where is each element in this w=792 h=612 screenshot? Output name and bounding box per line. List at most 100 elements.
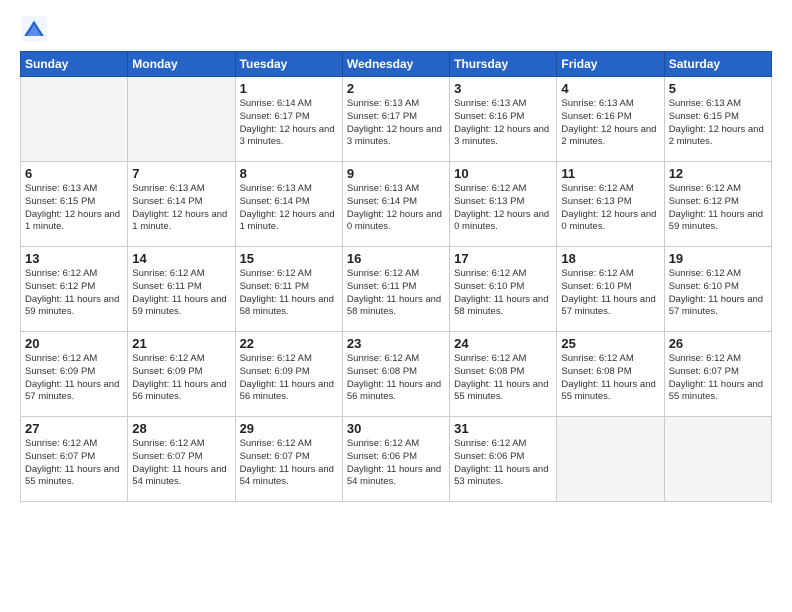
day-info: Sunrise: 6:12 AM Sunset: 6:07 PM Dayligh…: [669, 353, 767, 404]
day-info: Sunrise: 6:13 AM Sunset: 6:15 PM Dayligh…: [25, 183, 123, 234]
calendar-cell: [557, 417, 664, 502]
day-number: 13: [25, 251, 123, 266]
calendar-cell: 18Sunrise: 6:12 AM Sunset: 6:10 PM Dayli…: [557, 247, 664, 332]
day-number: 14: [132, 251, 230, 266]
day-info: Sunrise: 6:12 AM Sunset: 6:08 PM Dayligh…: [347, 353, 445, 404]
day-info: Sunrise: 6:12 AM Sunset: 6:10 PM Dayligh…: [454, 268, 552, 319]
day-number: 26: [669, 336, 767, 351]
calendar-cell: 7 Sunrise: 6:13 AM Sunset: 6:14 PM Daylig…: [128, 162, 235, 247]
weekday-header-row: SundayMondayTuesdayWednesdayThursdayFrid…: [21, 52, 772, 77]
day-info: Sunrise: 6:12 AM Sunset: 6:10 PM Dayligh…: [561, 268, 659, 319]
day-info: Sunrise: 6:12 AM Sunset: 6:09 PM Dayligh…: [132, 353, 230, 404]
calendar-cell: 28Sunrise: 6:12 AM Sunset: 6:07 PM Dayli…: [128, 417, 235, 502]
day-info: Sunrise: 6:13 AM Sunset: 6:14 PM Dayligh…: [347, 183, 445, 234]
header: [20, 15, 772, 43]
day-info: Sunrise: 6:12 AM Sunset: 6:07 PM Dayligh…: [25, 438, 123, 489]
day-info: Sunrise: 6:12 AM Sunset: 6:12 PM Dayligh…: [669, 183, 767, 234]
calendar-cell: 10 Sunrise: 6:12 AM Sunset: 6:13 PM Dayli…: [450, 162, 557, 247]
calendar-cell: 27 Sunrise: 6:12 AM Sunset: 6:07 PM Dayli…: [21, 417, 128, 502]
calendar-cell: [21, 77, 128, 162]
calendar-cell: 30Sunrise: 6:12 AM Sunset: 6:06 PM Dayli…: [342, 417, 449, 502]
logo-icon: [20, 15, 48, 43]
calendar-cell: 31 Sunrise: 6:12 AM Sunset: 6:06 PM Dayli…: [450, 417, 557, 502]
calendar-cell: 9 Sunrise: 6:13 AM Sunset: 6:14 PM Daylig…: [342, 162, 449, 247]
calendar-cell: 29Sunrise: 6:12 AM Sunset: 6:07 PM Dayli…: [235, 417, 342, 502]
day-info: Sunrise: 6:12 AM Sunset: 6:11 PM Dayligh…: [132, 268, 230, 319]
day-number: 12: [669, 166, 767, 181]
weekday-header: Wednesday: [342, 52, 449, 77]
calendar-cell: 14 Sunrise: 6:12 AM Sunset: 6:11 PM Dayli…: [128, 247, 235, 332]
day-info: Sunrise: 6:13 AM Sunset: 6:14 PM Dayligh…: [240, 183, 338, 234]
day-number: 6: [25, 166, 123, 181]
day-info: Sunrise: 6:13 AM Sunset: 6:17 PM Dayligh…: [347, 98, 445, 149]
day-number: 31: [454, 421, 552, 436]
weekday-header: Friday: [557, 52, 664, 77]
day-number: 15: [240, 251, 338, 266]
calendar-week-row: 20Sunrise: 6:12 AM Sunset: 6:09 PM Dayli…: [21, 332, 772, 417]
day-info: Sunrise: 6:12 AM Sunset: 6:07 PM Dayligh…: [132, 438, 230, 489]
calendar-cell: 15 Sunrise: 6:12 AM Sunset: 6:11 PM Dayli…: [235, 247, 342, 332]
day-number: 27: [25, 421, 123, 436]
day-info: Sunrise: 6:12 AM Sunset: 6:09 PM Dayligh…: [240, 353, 338, 404]
day-number: 10: [454, 166, 552, 181]
calendar-week-row: 13 Sunrise: 6:12 AM Sunset: 6:12 PM Dayli…: [21, 247, 772, 332]
day-number: 9: [347, 166, 445, 181]
day-info: Sunrise: 6:12 AM Sunset: 6:11 PM Dayligh…: [347, 268, 445, 319]
calendar-cell: 22 Sunrise: 6:12 AM Sunset: 6:09 PM Dayli…: [235, 332, 342, 417]
day-info: Sunrise: 6:13 AM Sunset: 6:16 PM Dayligh…: [454, 98, 552, 149]
day-number: 5: [669, 81, 767, 96]
day-number: 24: [454, 336, 552, 351]
day-info: Sunrise: 6:12 AM Sunset: 6:06 PM Dayligh…: [454, 438, 552, 489]
day-info: Sunrise: 6:12 AM Sunset: 6:11 PM Dayligh…: [240, 268, 338, 319]
weekday-header: Tuesday: [235, 52, 342, 77]
day-number: 2: [347, 81, 445, 96]
day-info: Sunrise: 6:12 AM Sunset: 6:09 PM Dayligh…: [25, 353, 123, 404]
calendar-cell: 19 Sunrise: 6:12 AM Sunset: 6:10 PM Dayli…: [664, 247, 771, 332]
calendar-cell: 16 Sunrise: 6:12 AM Sunset: 6:11 PM Dayli…: [342, 247, 449, 332]
calendar-cell: 4 Sunrise: 6:13 AM Sunset: 6:16 PM Daylig…: [557, 77, 664, 162]
day-info: Sunrise: 6:13 AM Sunset: 6:14 PM Dayligh…: [132, 183, 230, 234]
day-info: Sunrise: 6:13 AM Sunset: 6:15 PM Dayligh…: [669, 98, 767, 149]
calendar-cell: 12 Sunrise: 6:12 AM Sunset: 6:12 PM Dayli…: [664, 162, 771, 247]
day-info: Sunrise: 6:14 AM Sunset: 6:17 PM Dayligh…: [240, 98, 338, 149]
weekday-header: Monday: [128, 52, 235, 77]
day-number: 4: [561, 81, 659, 96]
day-info: Sunrise: 6:12 AM Sunset: 6:13 PM Dayligh…: [454, 183, 552, 234]
calendar-cell: 8 Sunrise: 6:13 AM Sunset: 6:14 PM Daylig…: [235, 162, 342, 247]
calendar-cell: 1 Sunrise: 6:14 AM Sunset: 6:17 PM Daylig…: [235, 77, 342, 162]
day-number: 7: [132, 166, 230, 181]
day-info: Sunrise: 6:13 AM Sunset: 6:16 PM Dayligh…: [561, 98, 659, 149]
day-info: Sunrise: 6:12 AM Sunset: 6:10 PM Dayligh…: [669, 268, 767, 319]
day-number: 21: [132, 336, 230, 351]
calendar-cell: 13 Sunrise: 6:12 AM Sunset: 6:12 PM Dayli…: [21, 247, 128, 332]
calendar-week-row: 1 Sunrise: 6:14 AM Sunset: 6:17 PM Daylig…: [21, 77, 772, 162]
day-info: Sunrise: 6:12 AM Sunset: 6:12 PM Dayligh…: [25, 268, 123, 319]
day-info: Sunrise: 6:12 AM Sunset: 6:08 PM Dayligh…: [454, 353, 552, 404]
weekday-header: Saturday: [664, 52, 771, 77]
day-number: 30: [347, 421, 445, 436]
calendar-cell: 23Sunrise: 6:12 AM Sunset: 6:08 PM Dayli…: [342, 332, 449, 417]
day-number: 19: [669, 251, 767, 266]
day-number: 11: [561, 166, 659, 181]
logo: [20, 15, 52, 43]
page: SundayMondayTuesdayWednesdayThursdayFrid…: [0, 0, 792, 612]
day-number: 22: [240, 336, 338, 351]
calendar-cell: 17 Sunrise: 6:12 AM Sunset: 6:10 PM Dayli…: [450, 247, 557, 332]
calendar-cell: 6 Sunrise: 6:13 AM Sunset: 6:15 PM Daylig…: [21, 162, 128, 247]
day-number: 16: [347, 251, 445, 266]
calendar-cell: 5 Sunrise: 6:13 AM Sunset: 6:15 PM Daylig…: [664, 77, 771, 162]
calendar-cell: 11 Sunrise: 6:12 AM Sunset: 6:13 PM Dayli…: [557, 162, 664, 247]
calendar-cell: 2 Sunrise: 6:13 AM Sunset: 6:17 PM Daylig…: [342, 77, 449, 162]
calendar-cell: 21 Sunrise: 6:12 AM Sunset: 6:09 PM Dayli…: [128, 332, 235, 417]
calendar-cell: 24 Sunrise: 6:12 AM Sunset: 6:08 PM Dayli…: [450, 332, 557, 417]
day-number: 29: [240, 421, 338, 436]
day-info: Sunrise: 6:12 AM Sunset: 6:08 PM Dayligh…: [561, 353, 659, 404]
day-number: 17: [454, 251, 552, 266]
day-number: 1: [240, 81, 338, 96]
calendar-cell: 20Sunrise: 6:12 AM Sunset: 6:09 PM Dayli…: [21, 332, 128, 417]
day-number: 8: [240, 166, 338, 181]
calendar-cell: [664, 417, 771, 502]
calendar-cell: 25Sunrise: 6:12 AM Sunset: 6:08 PM Dayli…: [557, 332, 664, 417]
day-info: Sunrise: 6:12 AM Sunset: 6:13 PM Dayligh…: [561, 183, 659, 234]
calendar-cell: [128, 77, 235, 162]
